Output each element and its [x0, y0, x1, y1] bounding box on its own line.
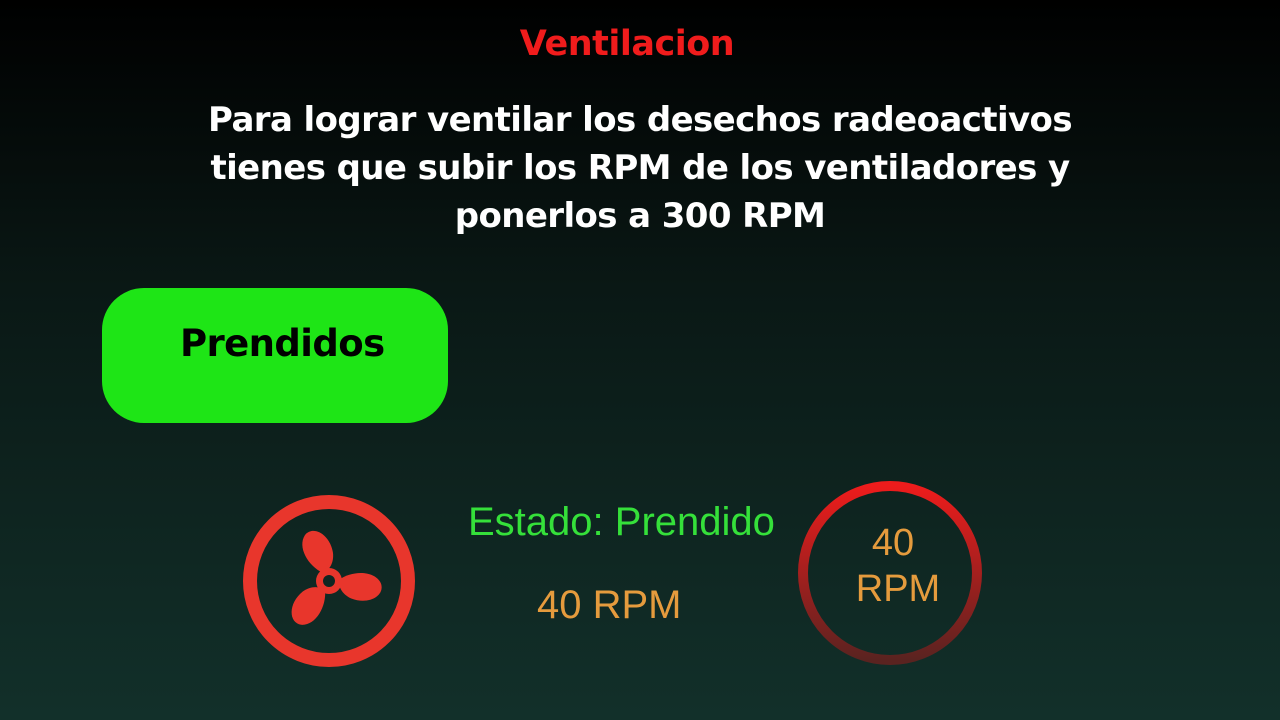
fans-toggle-button[interactable]: Prendidos — [102, 288, 448, 423]
instructions-text: Para lograr ventilar los desechos radeoa… — [208, 100, 1073, 236]
fan-blade — [302, 530, 334, 573]
rpm-gauge: 40 RPM — [797, 480, 983, 666]
fans-toggle-label: Prendidos — [180, 322, 385, 365]
fan-blade — [338, 573, 382, 601]
fan-hub-center — [323, 575, 335, 587]
page-title: Ventilacion — [519, 24, 735, 64]
fan-icon-graphic — [243, 495, 415, 667]
gauge-value: 40 — [871, 522, 915, 564]
rpm-readout: 40 RPM — [537, 583, 682, 627]
fan-status-text: Estado: Prendido — [468, 500, 775, 544]
gauge-unit: RPM — [855, 568, 941, 610]
fan-icon — [242, 494, 416, 668]
